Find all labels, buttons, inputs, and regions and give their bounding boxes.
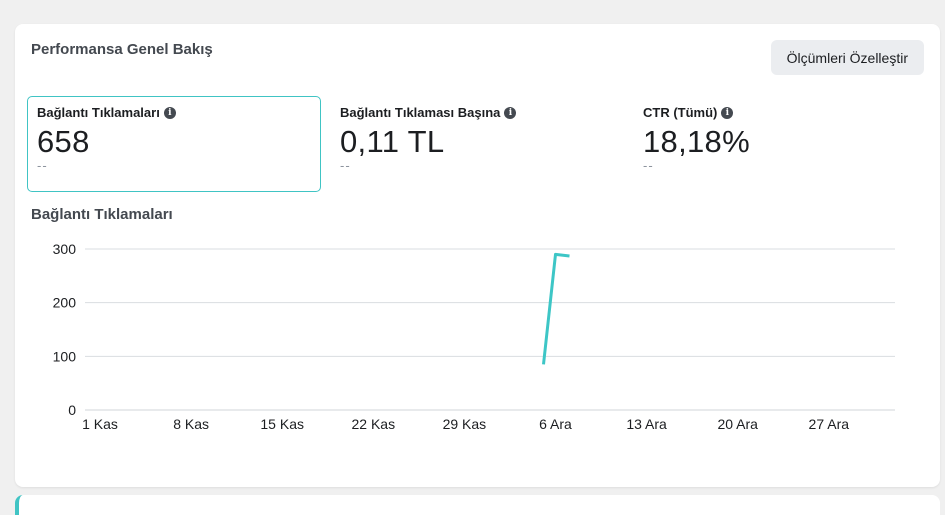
x-tick-label: 13 Ara bbox=[626, 416, 667, 432]
y-tick-label: 0 bbox=[68, 402, 76, 418]
x-tick-label: 20 Ara bbox=[717, 416, 758, 432]
x-tick-label: 27 Ara bbox=[809, 416, 850, 432]
y-tick-label: 200 bbox=[53, 295, 77, 311]
x-tick-label: 29 Kas bbox=[443, 416, 487, 432]
series-line bbox=[542, 252, 570, 365]
x-tick-label: 22 Kas bbox=[352, 416, 396, 432]
x-tick-label: 15 Kas bbox=[260, 416, 304, 432]
y-tick-label: 100 bbox=[53, 348, 77, 364]
link-clicks-chart: 0 100 200 300 1 Kas 8 Kas 15 Kas 22 Kas 29 Kas 6… bbox=[53, 241, 895, 432]
x-tick-label: 8 Kas bbox=[173, 416, 209, 432]
x-tick-label: 6 Ara bbox=[539, 416, 572, 432]
y-tick-label: 300 bbox=[53, 241, 77, 257]
next-card-edge bbox=[15, 495, 940, 515]
x-tick-label: 1 Kas bbox=[82, 416, 118, 432]
performance-overview-card: Performansa Genel Bakış Ölçümleri Özelle… bbox=[15, 24, 940, 487]
